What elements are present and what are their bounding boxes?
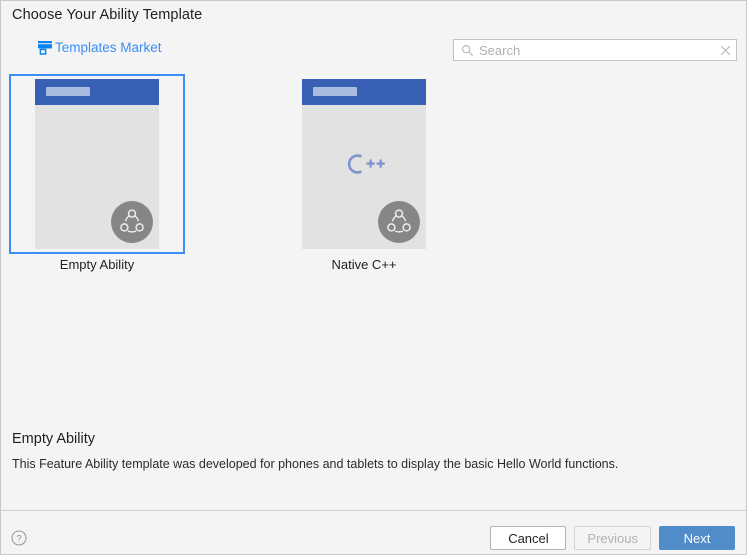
close-icon[interactable] xyxy=(714,40,736,60)
template-label: Empty Ability xyxy=(59,257,135,272)
template-thumbnail xyxy=(35,79,159,249)
template-description: Empty Ability This Feature Ability templ… xyxy=(12,431,734,472)
description-title: Empty Ability xyxy=(12,431,95,447)
previous-button[interactable]: Previous xyxy=(574,526,651,550)
template-card-empty-ability[interactable]: Empty Ability xyxy=(9,74,185,279)
template-thumbnail-frame xyxy=(276,74,452,254)
search-box[interactable] xyxy=(453,39,737,61)
templates-market-label: Templates Market xyxy=(55,40,162,55)
template-grid: Empty Ability Native C++ xyxy=(9,74,738,279)
ability-badge-icon xyxy=(111,201,153,243)
ability-badge-icon xyxy=(378,201,420,243)
cancel-button[interactable]: Cancel xyxy=(490,526,567,550)
template-thumbnail xyxy=(302,79,426,249)
help-circle-icon[interactable]: ? xyxy=(11,530,27,546)
search-icon xyxy=(454,44,474,57)
page-title: Choose Your Ability Template xyxy=(12,7,203,23)
footer-button-group: Cancel Previous Next xyxy=(490,526,735,550)
template-label: Native C++ xyxy=(331,257,397,272)
templates-market-link[interactable]: Templates Market xyxy=(37,40,162,55)
footer-separator xyxy=(1,510,746,511)
choose-template-dialog: Choose Your Ability Template Templates M… xyxy=(0,0,747,555)
next-button[interactable]: Next xyxy=(659,526,735,550)
cpp-logo-icon xyxy=(347,154,385,174)
template-card-native-cpp[interactable]: Native C++ xyxy=(276,74,452,279)
shop-icon xyxy=(37,40,53,55)
search-input[interactable] xyxy=(474,40,714,60)
svg-text:?: ? xyxy=(16,534,21,545)
description-text: This Feature Ability template was develo… xyxy=(12,457,619,471)
template-thumbnail-frame xyxy=(9,74,185,254)
